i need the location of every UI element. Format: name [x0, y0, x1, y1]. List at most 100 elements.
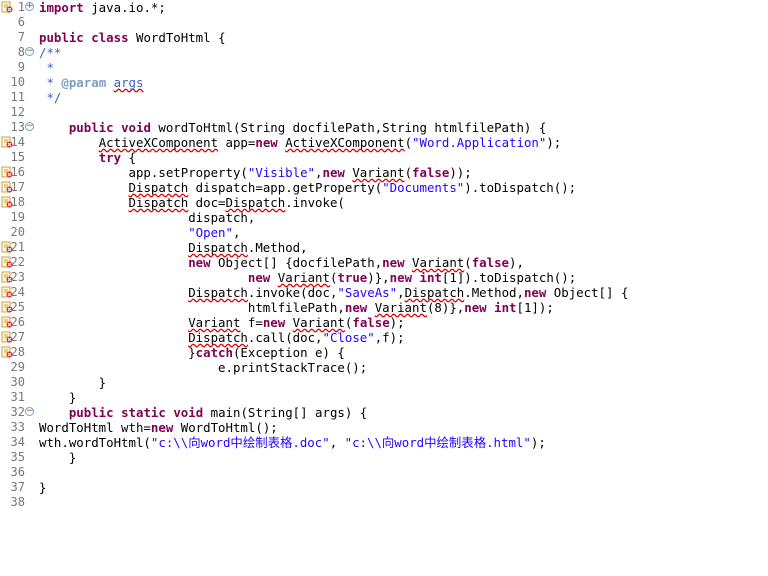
code-token: }: [39, 390, 77, 405]
code-token: "c:\\向word中绘制表格.doc": [150, 435, 330, 450]
code-token: (: [464, 255, 472, 270]
code-token: Dispatch: [188, 240, 248, 255]
code-token: new: [322, 165, 345, 180]
code-token: "Visible": [247, 165, 316, 180]
code-text: Dispatch dispatch=app.getProperty("Docum…: [39, 180, 577, 195]
code-token: );: [546, 135, 562, 150]
code-text: ActiveXComponent app=new ActiveXComponen…: [39, 135, 562, 150]
code-text: try {: [39, 150, 136, 165]
code-token: htmlfilePath,: [39, 300, 345, 315]
code-token: ,: [232, 225, 241, 240]
code-token: false: [352, 315, 390, 330]
code-text: }: [39, 390, 76, 405]
line-number: 27: [10, 330, 25, 344]
code-text: Dispatch doc=Dispatch.invoke(: [39, 195, 345, 210]
fold-collapse-icon[interactable]: −: [25, 122, 34, 131]
code-token: Dispatch: [128, 180, 189, 195]
line-number: 32: [10, 405, 25, 419]
code-token: .invoke(doc,: [247, 285, 338, 300]
code-text: Variant f=new Variant(false);: [39, 315, 405, 330]
line-number: 19: [10, 210, 25, 224]
code-token: WordToHtml {: [128, 30, 226, 45]
fold-expand-icon[interactable]: +: [25, 2, 34, 11]
code-token: Variant: [412, 255, 465, 270]
code-token: true: [337, 270, 368, 285]
code-token: Object[] {docfilePath,: [210, 255, 383, 270]
code-text: "Open",: [39, 225, 240, 240]
code-token: {: [121, 150, 136, 165]
code-token: ,: [397, 285, 405, 300]
code-token: );: [389, 315, 405, 330]
line-number: 20: [10, 225, 25, 239]
code-token: import: [39, 0, 84, 15]
code-token: new: [523, 285, 547, 300]
code-token: class: [91, 30, 129, 45]
code-token: */: [39, 90, 62, 105]
code-token: "Open": [188, 225, 233, 240]
code-token: Dispatch: [188, 330, 248, 345]
code-token: false: [471, 255, 510, 270]
code-token: /**: [39, 45, 62, 60]
code-text: * @param args: [39, 75, 143, 90]
line-number: 21: [10, 240, 25, 254]
fold-collapse-icon[interactable]: −: [25, 407, 34, 416]
line-number: 15: [10, 150, 25, 164]
code-token: );: [530, 435, 546, 450]
code-text: WordToHtml wth=new WordToHtml();: [39, 420, 278, 435]
line-number: 13: [10, 120, 25, 134]
code-token: "Word.Application": [412, 135, 547, 150]
line-number: 9: [17, 60, 25, 74]
code-token: )},: [367, 270, 390, 285]
code-token: *: [39, 75, 62, 90]
line-number: 7: [17, 30, 25, 44]
code-token: dispatch=app.getProperty(: [188, 180, 383, 195]
code-token: new: [464, 300, 487, 315]
code-token: e.printStackTrace();: [39, 360, 368, 375]
code-token: [1]).toDispatch();: [441, 270, 577, 285]
code-token: false: [412, 165, 450, 180]
code-text: }catch(Exception e) {: [39, 345, 345, 360]
code-token: try: [98, 150, 122, 165]
code-text: }: [39, 480, 46, 495]
code-editor[interactable]: 1 + import java.io.*; 6 7 public class WordTo…: [0, 0, 628, 509]
code-token: f=: [240, 315, 263, 330]
code-token: ).toDispatch();: [464, 180, 577, 195]
code-token: Object[] {: [546, 285, 629, 300]
code-text: Dispatch.call(doc,"Close",f);: [39, 330, 405, 345]
line-number: 6: [17, 15, 25, 29]
code-token: public: [39, 30, 84, 45]
code-text: app.setProperty("Visible",new Variant(fa…: [39, 165, 472, 180]
code-token: void: [121, 120, 151, 135]
fold-collapse-icon[interactable]: −: [25, 47, 34, 56]
code-token: .call(doc,: [247, 330, 323, 345]
code-text: new Variant(true)},new int[1]).toDispatc…: [39, 270, 576, 285]
line-number: 29: [10, 360, 25, 374]
line-number: 10: [10, 75, 25, 89]
code-token: args: [113, 75, 144, 90]
code-token: WordToHtml wth=: [39, 420, 151, 435]
line-number: 35: [10, 450, 25, 464]
line-number: 16: [10, 165, 25, 179]
line-number: 23: [10, 270, 25, 284]
line-number: 38: [10, 495, 25, 509]
code-token: app.setProperty(: [39, 165, 248, 180]
code-token: wth.wordToHtml(: [39, 435, 151, 450]
code-token: static: [121, 405, 166, 420]
code-token: ,f);: [374, 330, 405, 345]
code-token: (: [404, 135, 413, 150]
code-token: Dispatch: [128, 195, 189, 210]
code-token: new: [262, 315, 286, 330]
line-number: 36: [10, 465, 25, 479]
code-token: @param: [61, 75, 107, 90]
